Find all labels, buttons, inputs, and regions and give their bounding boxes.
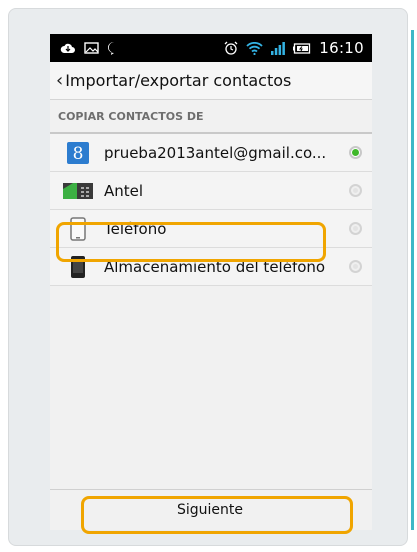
- list-item-google-account[interactable]: 8 prueba2013antel@gmail.co...: [50, 134, 372, 172]
- radio-unselected[interactable]: [349, 184, 362, 197]
- app-title[interactable]: Importar/exportar contactos: [65, 71, 291, 90]
- status-left-icons: [60, 41, 121, 55]
- status-bar: 16:10: [50, 34, 372, 62]
- back-chevron-icon[interactable]: ‹: [56, 70, 63, 91]
- status-time: 16:10: [319, 39, 364, 57]
- sim-card-icon: [62, 182, 94, 199]
- signal-icon: [271, 41, 286, 55]
- phone-device-icon: [62, 216, 94, 241]
- list-item-label: Teléfono: [104, 219, 167, 238]
- source-list: 8 prueba2013antel@gmail.co... Antel Telé…: [50, 134, 372, 286]
- phone-screen: 16:10 ‹ Importar/exportar contactos COPI…: [50, 34, 372, 530]
- next-button[interactable]: Siguiente: [80, 490, 340, 530]
- alarm-icon: [224, 41, 238, 55]
- list-item-phone[interactable]: Teléfono: [50, 210, 372, 248]
- radio-unselected[interactable]: [349, 222, 362, 235]
- accent-bar: [411, 30, 414, 530]
- radio-selected[interactable]: [349, 146, 362, 159]
- list-item-phone-storage[interactable]: Almacenamiento del teléfono: [50, 248, 372, 286]
- footer-bar: Siguiente: [50, 489, 372, 530]
- section-header: COPIAR CONTACTOS DE: [50, 100, 372, 134]
- image-icon: [84, 42, 99, 54]
- svg-text:8: 8: [73, 144, 84, 164]
- app-bar: ‹ Importar/exportar contactos: [50, 62, 372, 100]
- list-item-label: prueba2013antel@gmail.co...: [104, 143, 327, 162]
- cloud-icon: [60, 42, 76, 54]
- list-item-antel[interactable]: Antel: [50, 172, 372, 210]
- list-item-label: Almacenamiento del teléfono: [104, 257, 326, 276]
- status-right-icons: 16:10: [224, 39, 364, 57]
- wifi-icon: [246, 41, 263, 55]
- battery-icon: [293, 42, 311, 54]
- phone-storage-icon: [62, 255, 94, 279]
- list-item-label: Antel: [104, 181, 144, 200]
- radio-unselected[interactable]: [349, 260, 362, 273]
- messenger-icon: [107, 41, 121, 55]
- google-icon: 8: [62, 141, 94, 164]
